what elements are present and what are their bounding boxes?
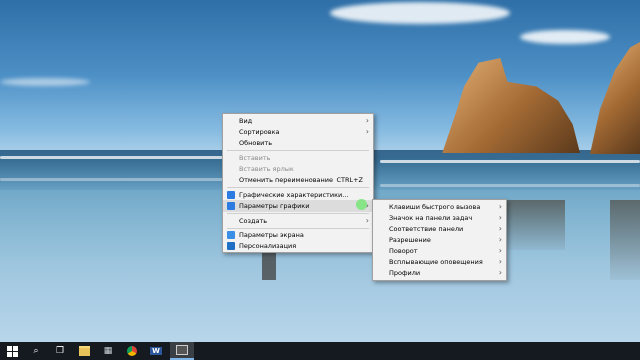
chevron-right-icon: › [365,216,369,225]
wave [0,156,230,159]
menu-item-new[interactable]: Создать › [223,215,373,227]
cloud [330,2,510,24]
desktop-context-menu: Вид › Сортировка › Обновить Вставить Встав… [222,113,374,253]
menu-item-refresh[interactable]: Обновить [223,137,373,149]
cloud [0,78,90,86]
word-icon: W [150,347,162,355]
chrome-icon [127,346,137,356]
sea-stack-rock [442,58,580,153]
menu-item-graphics-options[interactable]: Параметры графики › [223,200,373,212]
menu-separator [227,150,369,151]
chevron-right-icon: › [498,268,502,277]
menu-separator [227,187,369,188]
screen-recorder-button[interactable] [170,342,194,360]
calculator-icon: ▦ [103,346,113,356]
chrome-button[interactable] [120,342,144,360]
graphics-options-submenu: Клавиши быстрого вызова › Значок на панел… [372,199,507,281]
menu-separator [227,213,369,214]
recorder-icon [176,345,188,355]
wave [380,184,640,187]
cliff-rock [590,42,640,154]
rock-reflection [610,200,640,280]
intel-graphics-icon [227,202,235,210]
windows-logo-icon [6,345,18,357]
submenu-item-profiles[interactable]: Профили › [373,267,506,279]
menu-item-personalize[interactable]: Персонализация [223,240,373,252]
personalize-icon [227,242,235,250]
person-reflection [262,250,276,280]
folder-icon [78,346,90,356]
file-explorer-button[interactable] [72,342,96,360]
menu-item-undo-rename[interactable]: Отменить переименование CTRL+Z [223,174,373,186]
task-view-icon: ❐ [55,346,65,356]
word-button[interactable]: W [144,342,168,360]
search-button[interactable]: ⌕ [24,342,48,360]
taskbar: ⌕ ❐ ▦ W [0,342,640,360]
display-settings-icon [227,231,235,239]
search-icon: ⌕ [33,346,39,356]
intel-graphics-icon [227,191,235,199]
shortcut-label: CTRL+Z [336,176,363,184]
calculator-button[interactable]: ▦ [96,342,120,360]
wave [0,178,230,181]
task-view-button[interactable]: ❐ [48,342,72,360]
mouse-cursor-highlight [356,199,367,210]
cloud [520,30,610,44]
wave [380,160,640,163]
start-button[interactable] [0,342,24,360]
